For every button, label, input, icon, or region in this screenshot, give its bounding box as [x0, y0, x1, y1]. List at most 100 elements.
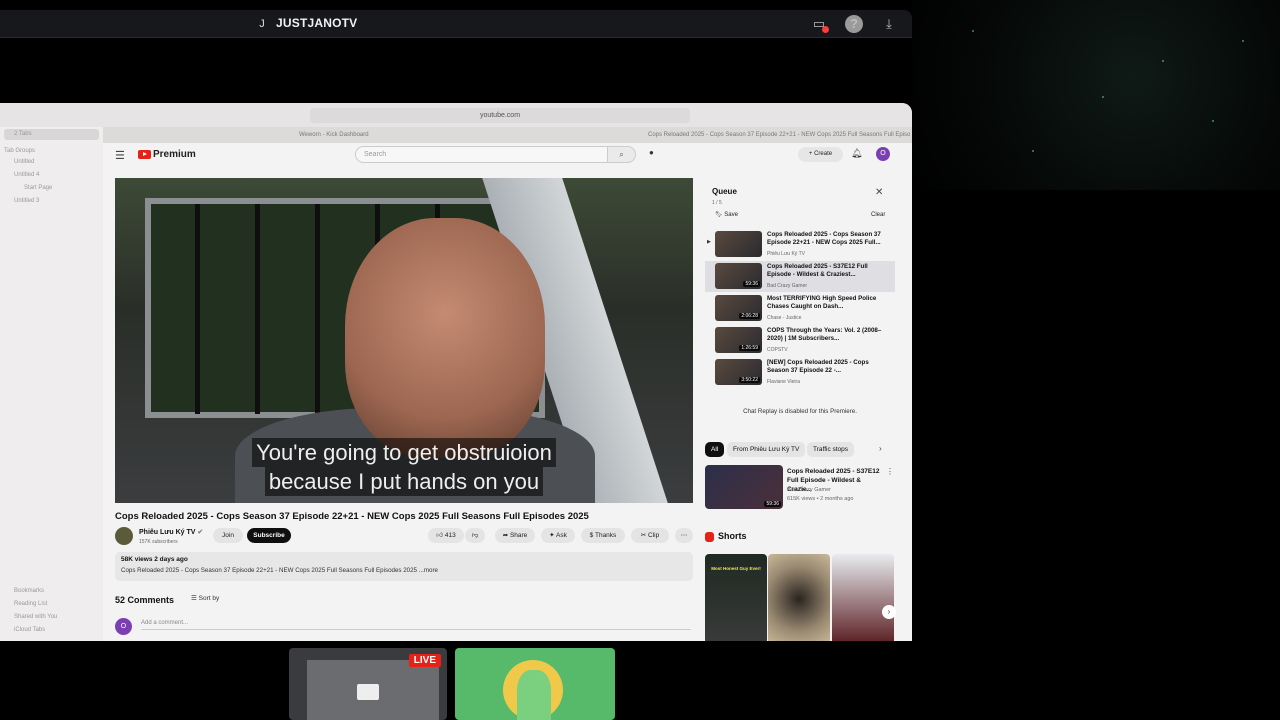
youtube-play-icon — [138, 149, 151, 159]
queue-item[interactable]: 1:26:59 COPS Through the Years: Vol. 2 (… — [705, 325, 895, 356]
safari-window: youtube.com Weworn - Kick Dashboard Cops… — [0, 103, 912, 641]
channel-avatar[interactable] — [115, 527, 133, 545]
video-description[interactable]: 58K views 2 days ago Cops Reloaded 2025 … — [115, 552, 693, 581]
sidebar-reading-list[interactable]: Reading List — [14, 601, 47, 607]
more-options-icon[interactable]: ⋮ — [886, 467, 894, 476]
description-more-link[interactable]: ...more — [419, 567, 438, 574]
ask-label: Ask — [556, 532, 567, 539]
more-actions-icon[interactable]: ⋯ — [675, 528, 693, 543]
youtube-logo[interactable]: Premium — [138, 149, 196, 160]
search-icon[interactable]: ⌕ — [608, 146, 636, 163]
sidebar-item-untitled-3[interactable]: Untitled 3 — [14, 198, 39, 204]
duration-badge: 59:36 — [743, 281, 760, 287]
sidebar-item-start-page[interactable]: Start Page — [24, 185, 52, 191]
queue-item-channel: Bad Crazy Gamer — [767, 283, 808, 289]
queue-item-channel: Chase - Justice — [767, 315, 802, 321]
video-scene-person-face — [345, 218, 545, 458]
tab-youtube[interactable]: Cops Reloaded 2025 - Cops Season 37 Epis… — [648, 129, 910, 141]
youtube-page: ☰ Premium Search ⌕ ● + Create 🔔︎ O You'r… — [103, 143, 912, 641]
chat-replay-notice: Chat Replay is disabled for this Premier… — [743, 408, 857, 415]
shorts-icon — [705, 531, 714, 542]
screen-share-icon[interactable]: ▭ — [810, 15, 829, 33]
add-comment-input[interactable]: Add a comment... — [141, 620, 691, 630]
channel-name[interactable]: Phiêu Lưu Ký TV ✔ — [139, 528, 203, 536]
download-icon[interactable]: ⤓ — [880, 15, 898, 33]
queue-item-title: Cops Reloaded 2025 - Cops Season 37 Epis… — [767, 231, 881, 246]
address-bar[interactable]: youtube.com — [310, 108, 690, 123]
sidebar-tabs[interactable]: 2 Tabs — [4, 129, 99, 140]
duration-badge: 59:36 — [764, 501, 781, 507]
short-video[interactable] — [768, 554, 830, 641]
tab-kick-dashboard[interactable]: Weworn - Kick Dashboard — [299, 129, 369, 141]
chip-traffic-stops[interactable]: Traffic stops — [807, 442, 855, 457]
duration-badge: 3:50:22 — [739, 377, 760, 383]
queue-title: Queue — [712, 187, 737, 196]
live-preview-tile[interactable]: LIVE — [289, 648, 447, 720]
shorts-label: Shorts — [718, 531, 747, 541]
hamburger-menu-icon[interactable]: ☰ — [115, 149, 125, 162]
ask-button[interactable]: ✦ Ask — [541, 528, 575, 543]
queue-clear-button[interactable]: Clear — [871, 212, 885, 218]
queue-save-button[interactable]: 🔖︎ Save — [715, 211, 738, 218]
like-button[interactable]: 👍︎ 413 — [428, 528, 464, 543]
queue-item-channel: Phiêu Lưu Ký TV — [767, 251, 805, 257]
short-video[interactable] — [832, 554, 894, 641]
live-badge: LIVE — [408, 654, 441, 667]
sort-label: Sort by — [198, 595, 220, 602]
subscribe-button[interactable]: Subscribe — [247, 528, 291, 543]
share-label: Share — [509, 532, 528, 539]
description-body: Cops Reloaded 2025 - Cops Season 37 Epis… — [121, 567, 417, 574]
sidebar-shared-with-you[interactable]: Shared with You — [14, 614, 57, 620]
recommended-channel[interactable]: Bad Crazy Gamer — [787, 487, 831, 493]
dislike-button[interactable]: 👎︎ — [465, 528, 485, 543]
safari-toolbar: youtube.com — [0, 103, 912, 127]
sort-comments-button[interactable]: ☰ Sort by — [191, 594, 219, 602]
queue-item[interactable]: 2:06:28 Most TERRIFYING High Speed Polic… — [705, 293, 895, 324]
subscriber-count: 157K subscribers — [139, 539, 178, 545]
queue-item-title: [NEW] Cops Reloaded 2025 - Cops Season 3… — [767, 359, 869, 374]
video-player[interactable]: You're going to get obstruioion because … — [115, 178, 693, 503]
sidebar-item-untitled[interactable]: Untitled — [14, 159, 34, 165]
background-starfield — [912, 0, 1280, 190]
create-button[interactable]: + Create — [798, 147, 843, 162]
queue-thumbnail: 59:36 — [715, 263, 762, 289]
clip-button[interactable]: ✂ Clip — [631, 528, 669, 543]
queue-item-title: COPS Through the Years: Vol. 2 (2008–202… — [767, 327, 882, 342]
comments-count: 52 Comments — [115, 595, 175, 605]
queue-item[interactable]: 3:50:22 [NEW] Cops Reloaded 2025 - Cops … — [705, 357, 895, 388]
channel-avatar[interactable]: J — [254, 16, 270, 32]
queue-item-channel: COPSTV — [767, 347, 788, 353]
thanks-button[interactable]: $ Thanks — [581, 528, 625, 543]
recommended-thumbnail[interactable]: 59:36 — [705, 465, 783, 509]
help-icon[interactable]: ? — [845, 15, 863, 33]
verified-icon: ✔ — [197, 529, 204, 536]
chevron-right-icon[interactable]: › — [879, 444, 882, 453]
safari-sidebar: 2 Tabs Tab Groups Untitled Untitled 4 St… — [0, 127, 103, 641]
chip-from-channel[interactable]: From Phiêu Lưu Ký TV — [727, 442, 806, 457]
channel-name[interactable]: JUSTJANOTV — [276, 16, 357, 30]
description-text: Cops Reloaded 2025 - Cops Season 37 Epis… — [121, 567, 438, 574]
sidebar-item-untitled-4[interactable]: Untitled 4 — [14, 172, 39, 178]
safari-tab-bar: Weworn - Kick Dashboard Cops Reloaded 20… — [103, 127, 912, 143]
queue-item[interactable]: ▶ Cops Reloaded 2025 - Cops Season 37 Ep… — [705, 229, 895, 260]
queue-item[interactable]: 59:36 Cops Reloaded 2025 - S37E12 Full E… — [705, 261, 895, 292]
close-icon[interactable]: ✕ — [875, 187, 883, 198]
sidebar-icloud-tabs[interactable]: iCloud Tabs — [14, 627, 45, 633]
queue-thumbnail: 2:06:28 — [715, 295, 762, 321]
caption-line-2: because I put hands on you — [264, 467, 544, 496]
queue-item-title: Most TERRIFYING High Speed Police Chases… — [767, 295, 877, 310]
notifications-bell-icon[interactable]: 🔔︎ — [851, 148, 862, 159]
save-label: Save — [724, 212, 738, 218]
microphone-icon[interactable]: ● — [649, 148, 654, 157]
join-button[interactable]: Join — [213, 528, 243, 543]
search-input[interactable]: Search — [355, 146, 608, 163]
chip-all[interactable]: All — [705, 442, 725, 457]
commenter-avatar: O — [115, 618, 132, 635]
sidebar-bookmarks[interactable]: Bookmarks — [14, 588, 44, 594]
shorts-next-chevron-icon[interactable]: › — [882, 605, 896, 619]
avatar-tile[interactable] — [455, 648, 615, 720]
account-avatar[interactable]: O — [876, 147, 890, 161]
short-video[interactable]: Most Honest Guy Ever! — [705, 554, 767, 641]
share-button[interactable]: ➦ Share — [495, 528, 535, 543]
clip-label: Clip — [648, 532, 660, 539]
